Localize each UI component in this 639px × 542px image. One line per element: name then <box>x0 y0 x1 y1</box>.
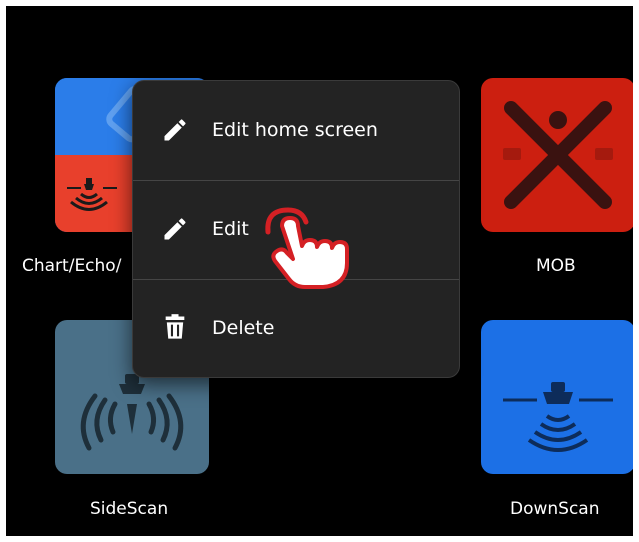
menu-label-edit-home-screen: Edit home screen <box>212 119 378 141</box>
pencil-icon <box>164 218 186 240</box>
hand-pointer-icon <box>265 207 349 289</box>
trash-icon <box>165 314 185 339</box>
tile-label-downscan: DownScan <box>510 499 600 519</box>
mob-tile[interactable] <box>481 78 633 232</box>
home-screen: Chart/Echo/ MOB SideScan DownScan Edit h… <box>6 6 633 536</box>
menu-label-delete: Delete <box>212 317 275 339</box>
tile-label-mob: MOB <box>536 256 576 276</box>
menu-item-delete[interactable]: Delete <box>133 280 459 377</box>
tile-label-sidescan: SideScan <box>90 499 169 519</box>
downscan-icon <box>503 382 613 452</box>
menu-item-edit-home-screen[interactable]: Edit home screen <box>133 81 459 179</box>
pencil-icon <box>164 119 186 141</box>
menu-label-edit: Edit <box>212 218 249 240</box>
downscan-tile[interactable] <box>481 320 633 474</box>
tile-label-chart-echo: Chart/Echo/ <box>22 256 122 276</box>
mob-icon <box>503 101 613 209</box>
